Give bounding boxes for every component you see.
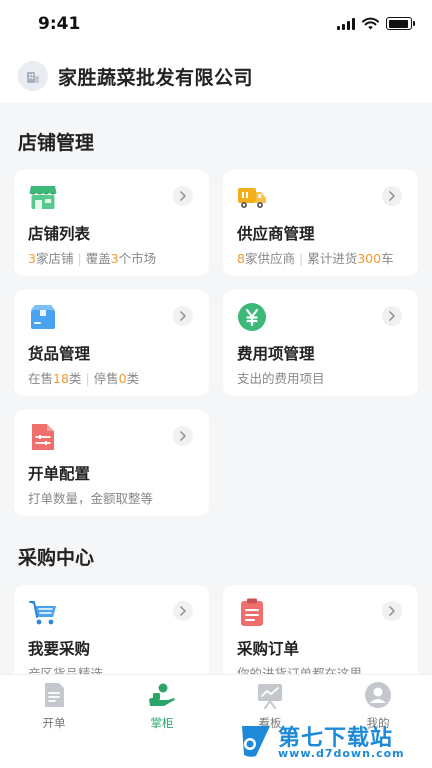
- purchase-section-title: 采购中心: [18, 547, 95, 569]
- card-subtitle: 产区货品精选: [28, 663, 103, 674]
- package-box-icon: [31, 305, 55, 329]
- subtitle-text: 类: [68, 371, 82, 386]
- watermark: 第七下载站 www.d7down.com: [238, 720, 428, 762]
- card-title: 供应商管理: [237, 225, 315, 243]
- wifi-icon: [362, 17, 379, 30]
- card-expense-management[interactable]: 费用项管理 支出的费用项目: [223, 290, 418, 396]
- tab-shopkeeper[interactable]: 掌柜: [108, 681, 216, 741]
- chart-board-icon: [258, 684, 282, 709]
- status-icons: [337, 17, 415, 30]
- subtitle-text: 家店铺: [35, 251, 74, 266]
- subtitle-text: 类: [126, 371, 140, 386]
- highlight-number: 3: [110, 251, 119, 266]
- receipt-icon: [45, 683, 64, 707]
- card-title: 我要采购: [28, 640, 91, 658]
- user-profile-icon: [365, 682, 391, 708]
- separator: |: [77, 251, 82, 266]
- subtitle-text: 累计进货: [307, 251, 358, 266]
- card-subtitle: 打单数量，金额取整等: [28, 488, 153, 507]
- highlight-number: 3: [28, 251, 36, 266]
- highlight-number: 300: [357, 251, 382, 266]
- tab-label: 掌柜: [150, 716, 174, 730]
- card-subtitle: 你的进货订单都在这里: [237, 663, 362, 674]
- status-time: 9:41: [38, 14, 81, 34]
- tab-billing[interactable]: 开单: [0, 681, 108, 741]
- subtitle-text: 家供应商: [244, 251, 295, 266]
- chevron-right-icon: [173, 186, 193, 206]
- main-content[interactable]: 店铺管理 店铺列表 3家店铺|覆盖3个市场 供应商管理 8家供应商|累计: [0, 102, 432, 674]
- chevron-right-icon: [173, 426, 193, 446]
- card-title: 开单配置: [28, 465, 91, 483]
- card-order-settings[interactable]: 开单配置 打单数量，金额取整等: [14, 410, 209, 516]
- battery-icon: [386, 17, 415, 30]
- subtitle-text: 支出的费用项目: [237, 371, 325, 386]
- chevron-right-icon: [173, 601, 193, 621]
- subtitle-text: 车: [381, 251, 394, 266]
- shopkeeper-icon: [149, 683, 175, 706]
- card-subtitle: 8家供应商 | 累计进货300车: [237, 248, 394, 267]
- yen-coin-icon: [238, 303, 266, 331]
- subtitle-text: 个市场: [118, 251, 157, 266]
- card-store-list[interactable]: 店铺列表 3家店铺 | 覆盖3个市场: [14, 170, 209, 276]
- chevron-right-icon: [382, 306, 402, 326]
- chevron-right-icon: [173, 306, 193, 326]
- card-subtitle: 3家店铺 | 覆盖3个市场: [28, 248, 156, 267]
- settings-document-icon: [32, 424, 54, 450]
- store-section-title: 店铺管理: [18, 132, 95, 154]
- tab-label: 开单: [42, 716, 66, 730]
- company-name[interactable]: 家胜蔬菜批发有限公司: [58, 63, 253, 90]
- shopping-cart-icon: [29, 601, 56, 625]
- subtitle-text: 覆盖: [85, 251, 111, 266]
- chevron-right-icon: [382, 186, 402, 206]
- card-goods-management[interactable]: 货品管理 在售18类 | 停售0类: [14, 290, 209, 396]
- card-purchase[interactable]: 我要采购 产区货品精选: [14, 585, 209, 674]
- clipboard-order-icon: [241, 598, 263, 626]
- watermark-url: www.d7down.com: [278, 747, 405, 760]
- subtitle-text: 产区货品精选: [28, 666, 104, 674]
- highlight-number: 8: [237, 251, 245, 266]
- building-icon: [18, 61, 48, 91]
- header: 家胜蔬菜批发有限公司: [0, 50, 432, 102]
- chevron-right-icon: [382, 601, 402, 621]
- separator: |: [298, 251, 304, 266]
- subtitle-text: 在售: [28, 371, 54, 386]
- highlight-number: 18: [53, 371, 69, 386]
- card-title: 费用项管理: [237, 345, 315, 363]
- subtitle-text: 停售: [93, 371, 119, 386]
- highlight-number: 0: [118, 371, 127, 386]
- separator: |: [85, 371, 90, 386]
- watermark-logo-icon: [242, 726, 270, 757]
- card-purchase-orders[interactable]: 采购订单 你的进货订单都在这里: [223, 585, 418, 674]
- delivery-truck-icon: [238, 188, 266, 208]
- storefront-icon: [29, 186, 57, 209]
- status-bar: 9:41: [0, 0, 432, 50]
- card-supplier-management[interactable]: 供应商管理 8家供应商 | 累计进货300车: [223, 170, 418, 276]
- card-title: 货品管理: [28, 345, 91, 363]
- card-subtitle: 在售18类 | 停售0类: [28, 368, 139, 387]
- cellular-signal-icon: [337, 17, 355, 30]
- card-title: 店铺列表: [28, 225, 91, 243]
- subtitle-text: 打单数量，金额取整等: [28, 491, 154, 506]
- card-subtitle: 支出的费用项目: [237, 368, 325, 387]
- subtitle-text: 你的进货订单都在这里: [237, 666, 363, 674]
- card-title: 采购订单: [237, 640, 300, 658]
